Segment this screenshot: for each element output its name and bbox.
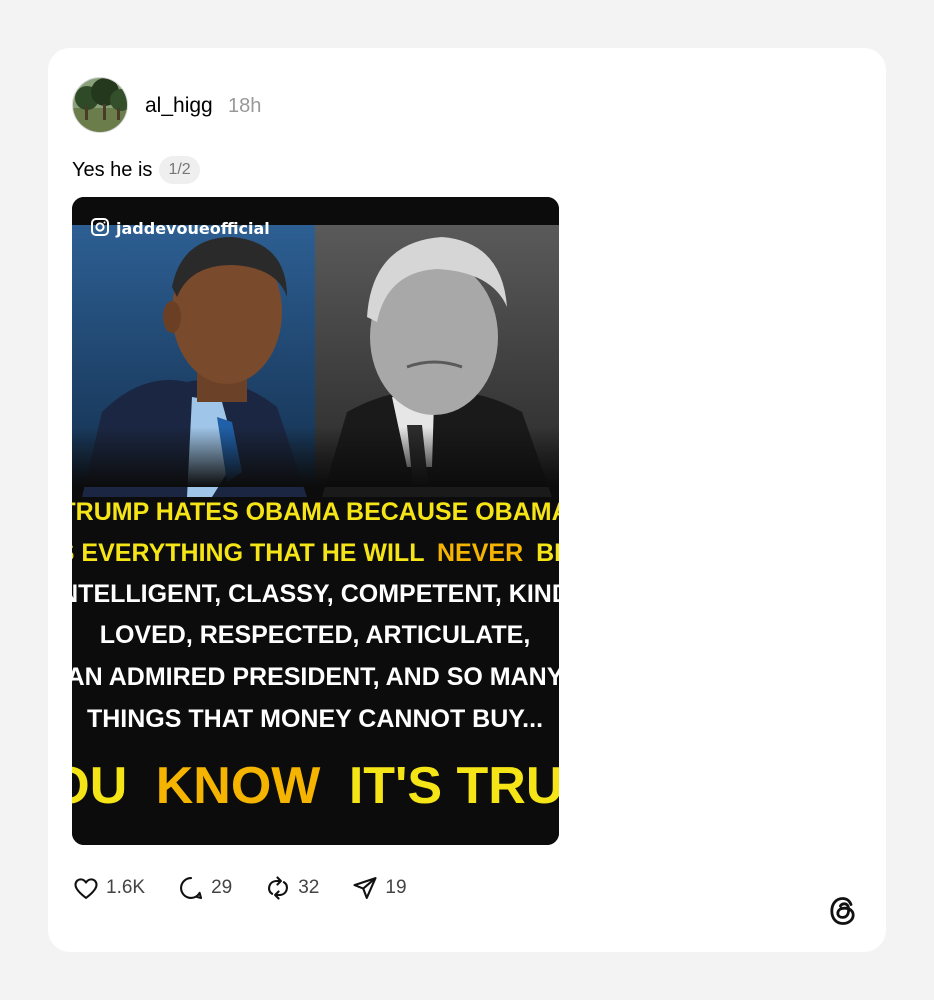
share-button[interactable]: 19 bbox=[351, 874, 407, 902]
heart-icon bbox=[74, 878, 98, 899]
avatar[interactable] bbox=[72, 77, 128, 133]
meme-line-1: TRUMP HATES OBAMA BECAUSE OBAMA bbox=[72, 498, 559, 526]
username[interactable]: al_higg bbox=[145, 94, 213, 118]
repost-icon bbox=[268, 876, 289, 900]
post-card: al_higg 18h Yes he is 1/2 jaddevoueoffic… bbox=[48, 48, 886, 952]
action-bar: 1.6K 29 32 19 bbox=[72, 874, 439, 902]
meme-line-3: INTELLIGENT, CLASSY, COMPETENT, KIND, bbox=[72, 580, 559, 608]
carousel-counter: 1/2 bbox=[159, 156, 200, 184]
meme-line-6: THINGS THAT MONEY CANNOT BUY... bbox=[87, 705, 543, 733]
like-count: 1.6K bbox=[106, 877, 146, 898]
meme-line-2: IS EVERYTHING THAT HE WILL NEVER BE: bbox=[72, 539, 559, 567]
post-timestamp: 18h bbox=[228, 95, 262, 117]
watermark-text: jaddevoueofficial bbox=[115, 219, 270, 238]
post-image[interactable]: jaddevoueofficial TRUMP HATES OBAMA BECA… bbox=[72, 197, 559, 845]
meme-word-you: YOU bbox=[72, 757, 127, 815]
meme-word-true: IT'S TRUE! bbox=[349, 757, 559, 815]
repost-count: 32 bbox=[298, 877, 320, 898]
threads-logo-icon[interactable] bbox=[826, 894, 860, 928]
send-icon bbox=[353, 877, 377, 899]
meme-word-know: KNOW bbox=[156, 757, 322, 815]
post-caption: Yes he is 1/2 bbox=[72, 156, 200, 184]
meme-word-be: BE: bbox=[536, 539, 559, 567]
meme-line-5: AN ADMIRED PRESIDENT, AND SO MANY bbox=[72, 663, 559, 691]
share-count: 19 bbox=[385, 877, 407, 898]
caption-text: Yes he is bbox=[72, 158, 153, 181]
meme-word-never: NEVER bbox=[437, 539, 523, 567]
comment-button[interactable]: 29 bbox=[177, 874, 232, 902]
comment-icon bbox=[180, 877, 203, 900]
meme-line-4: LOVED, RESPECTED, ARTICULATE, bbox=[100, 621, 531, 649]
meme-line-2a: IS EVERYTHING THAT HE WILL bbox=[72, 539, 424, 567]
repost-button[interactable]: 32 bbox=[264, 874, 319, 902]
like-button[interactable]: 1.6K bbox=[72, 874, 145, 902]
comment-count: 29 bbox=[211, 877, 233, 898]
